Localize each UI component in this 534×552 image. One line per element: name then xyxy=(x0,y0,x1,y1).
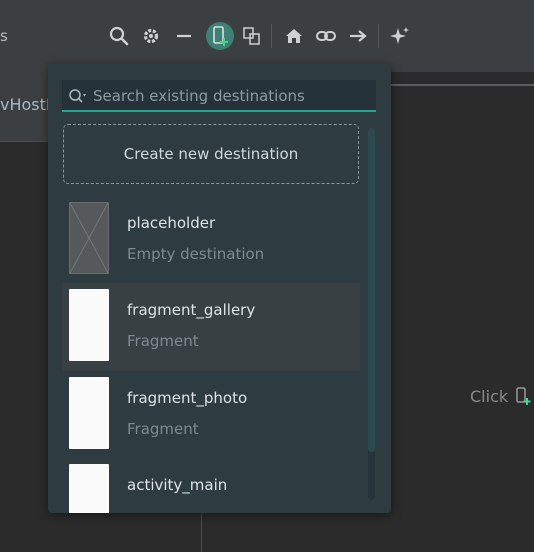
scrollbar-thumb[interactable] xyxy=(368,128,375,452)
destination-type: Fragment xyxy=(127,332,199,350)
create-label: Create new destination xyxy=(123,145,299,163)
destination-popup: Create new destination placeholder Empty… xyxy=(48,64,391,513)
canvas-hint: Click xyxy=(470,386,532,406)
copy-button[interactable] xyxy=(238,22,266,50)
search-box[interactable] xyxy=(62,80,376,112)
action-button[interactable] xyxy=(344,22,372,50)
home-icon xyxy=(286,29,302,43)
new-destination-button[interactable] xyxy=(206,22,234,50)
layout-thumbnail xyxy=(69,289,109,361)
destination-name: activity_main xyxy=(127,476,228,494)
minus-icon xyxy=(177,34,191,38)
destination-name: placeholder xyxy=(127,214,216,232)
assistant-button[interactable] xyxy=(386,22,414,50)
destination-name: fragment_photo xyxy=(127,389,248,407)
create-new-destination-button[interactable]: Create new destination xyxy=(63,124,359,184)
destination-item[interactable]: placeholder Empty destination xyxy=(62,196,360,284)
toolbar-divider xyxy=(378,24,379,48)
gear-icon xyxy=(143,28,159,44)
link-button[interactable] xyxy=(312,22,340,50)
new-destination-icon xyxy=(516,387,531,405)
search-icon xyxy=(109,26,129,46)
toolbar-left-label: s xyxy=(0,27,8,45)
canvas-edge xyxy=(390,84,534,86)
settings-button[interactable] xyxy=(137,22,165,50)
host-tab-label: vHostF xyxy=(0,95,56,114)
search-icon xyxy=(69,89,86,103)
placeholder-x-icon xyxy=(69,202,109,274)
new-destination-icon xyxy=(213,26,228,46)
layout-thumbnail xyxy=(69,377,109,449)
destination-type: Empty destination xyxy=(127,245,265,263)
collapse-button[interactable] xyxy=(170,22,198,50)
destination-item[interactable]: fragment_photo Fragment xyxy=(62,371,360,459)
copy-icon xyxy=(243,27,260,45)
destination-item[interactable]: fragment_gallery Fragment xyxy=(62,283,360,371)
sparkle-icon xyxy=(390,27,409,44)
destination-item[interactable]: activity_main xyxy=(62,458,360,513)
layout-thumbnail xyxy=(69,464,109,513)
placeholder-thumbnail xyxy=(69,202,109,274)
search-input[interactable] xyxy=(93,82,371,110)
link-icon xyxy=(316,31,336,41)
home-button[interactable] xyxy=(280,22,308,50)
editor-toolbar: s xyxy=(0,0,534,72)
destination-type: Fragment xyxy=(127,420,199,438)
destination-name: fragment_gallery xyxy=(127,301,256,319)
canvas-hint-text: Click xyxy=(470,386,509,406)
search-button[interactable] xyxy=(105,22,133,50)
arrow-right-icon xyxy=(350,30,367,42)
toolbar-divider xyxy=(271,24,272,48)
